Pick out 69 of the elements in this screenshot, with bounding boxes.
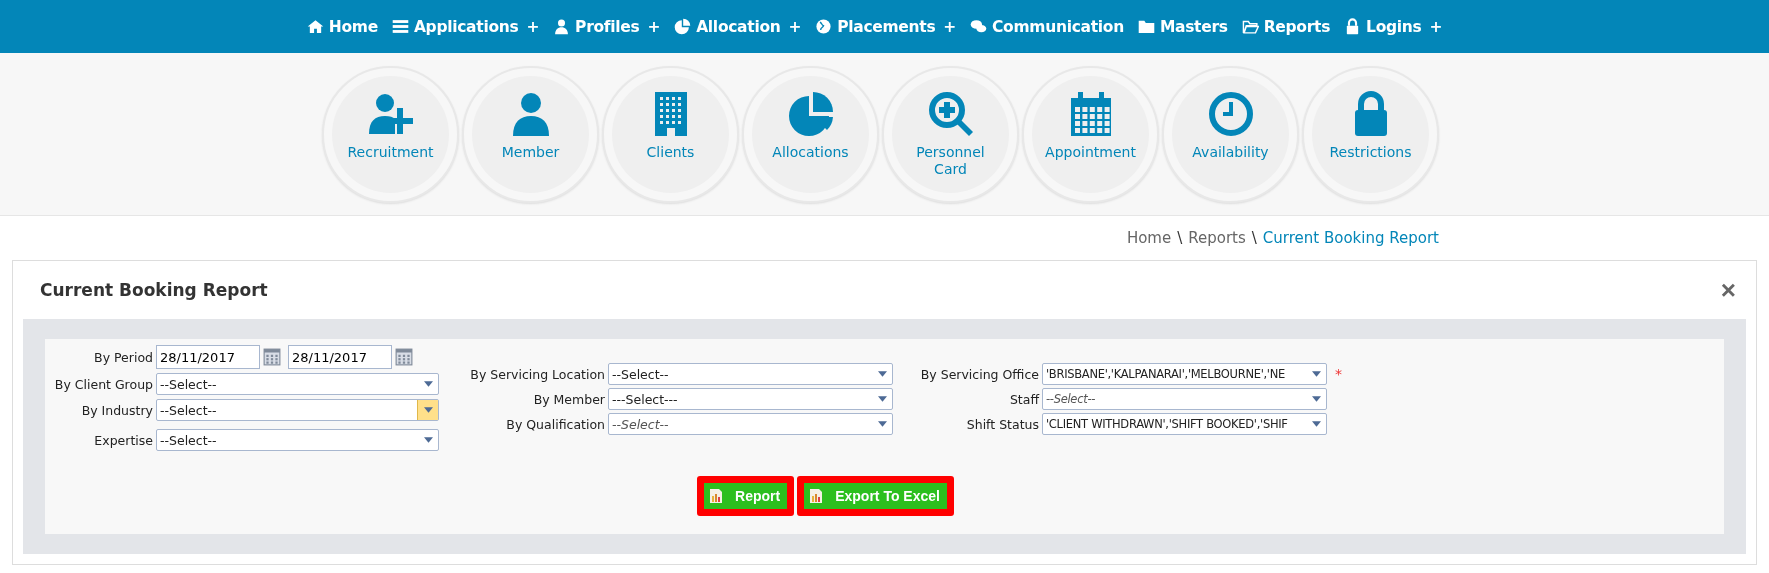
date-field[interactable]: 28/11/2017 xyxy=(156,345,260,369)
folder-icon xyxy=(1137,18,1155,35)
caret-icon xyxy=(877,371,887,377)
dropdown[interactable]: --Select-- xyxy=(156,373,439,395)
nav-link[interactable]: Profiles + xyxy=(553,17,661,36)
shortcut-tile[interactable]: Personnel Card xyxy=(882,65,1019,203)
dropdown[interactable]: 'CLIENT WITHDRAWN','SHIFT BOOKED','SHIF xyxy=(1042,413,1327,435)
pie-chart-icon xyxy=(674,18,692,35)
report-file-icon xyxy=(709,488,724,504)
nav-link[interactable]: Allocation + xyxy=(674,17,802,36)
shortcut-tile[interactable]: Member xyxy=(462,65,599,203)
calendar-icon[interactable] xyxy=(395,348,413,366)
nav-link[interactable]: Applications + xyxy=(391,17,540,36)
nav-link[interactable]: Communication xyxy=(970,17,1124,36)
home-icon xyxy=(306,18,324,35)
field-label: By Member xyxy=(532,391,605,407)
zoom-in-icon xyxy=(926,89,975,138)
field-label: By Servicing Location xyxy=(469,366,605,382)
user-icon xyxy=(553,18,571,35)
field-label: By Industry xyxy=(80,402,153,418)
field-label: Staff xyxy=(1008,391,1039,407)
dropdown[interactable]: --Select-- xyxy=(608,363,893,385)
pie-chart-icon xyxy=(786,89,835,138)
nav-link[interactable]: Reports xyxy=(1241,17,1331,36)
field-label: By Client Group xyxy=(53,376,153,392)
field-label: Shift Status xyxy=(965,416,1039,432)
nav-link[interactable]: Masters xyxy=(1137,17,1228,36)
breadcrumb-link[interactable]: Home xyxy=(1126,229,1172,247)
dropdown[interactable]: --Select-- xyxy=(1042,388,1327,410)
caret-icon xyxy=(417,400,438,420)
report-file-icon xyxy=(809,488,824,504)
field-label: By Period xyxy=(93,349,153,365)
field-label: Expertise xyxy=(93,432,153,448)
export-button[interactable]: Export To Excel xyxy=(797,476,954,516)
calendar-icon[interactable] xyxy=(263,348,281,366)
field-label: By Servicing Office xyxy=(919,366,1039,382)
report-button[interactable]: Report xyxy=(697,476,795,516)
shortcut-tile[interactable]: Recruitment xyxy=(322,65,459,203)
panel-title: Current Booking Report xyxy=(40,280,268,300)
breadcrumb-separator: \ xyxy=(1251,229,1257,247)
nav-link[interactable]: Home xyxy=(306,17,378,36)
breadcrumb-separator: \ xyxy=(1177,229,1183,247)
dropdown[interactable]: --Select-- xyxy=(156,429,439,451)
chat-icon xyxy=(970,18,988,35)
required-mark: * xyxy=(1335,366,1342,382)
list-icon xyxy=(391,18,409,35)
caret-icon xyxy=(877,421,887,427)
breadcrumb-link[interactable]: Current Booking Report xyxy=(1262,229,1439,247)
caret-icon xyxy=(1311,371,1321,377)
date-field[interactable]: 28/11/2017 xyxy=(288,345,392,369)
field-label: By Qualification xyxy=(505,416,605,432)
nav-link[interactable]: Placements + xyxy=(815,17,957,36)
caret-icon xyxy=(877,396,887,402)
dropdown[interactable]: 'BRISBANE','KALPANARAI','MELBOURNE','NE xyxy=(1042,363,1327,385)
caret-icon xyxy=(1311,396,1321,402)
folder-icon xyxy=(1241,18,1259,35)
shortcut-tile[interactable]: Clients xyxy=(602,65,739,203)
shortcut-tile[interactable]: Availability xyxy=(1162,65,1299,203)
dropdown[interactable]: --Select-- xyxy=(608,413,893,435)
breadcrumb-link[interactable]: Reports xyxy=(1188,229,1246,247)
shortcut-tile[interactable]: Allocations xyxy=(742,65,879,203)
nav-link[interactable]: Logins + xyxy=(1344,17,1443,36)
dropdown[interactable]: ---Select--- xyxy=(608,388,893,410)
close-button[interactable]: × xyxy=(1720,274,1736,306)
dropdown[interactable]: --Select-- xyxy=(156,399,439,421)
shortcut-tile[interactable]: Restrictions xyxy=(1302,65,1439,203)
shortcut-tile[interactable]: Appointment xyxy=(1022,65,1159,203)
caret-icon xyxy=(1311,421,1321,427)
clock-icon xyxy=(1206,89,1255,138)
